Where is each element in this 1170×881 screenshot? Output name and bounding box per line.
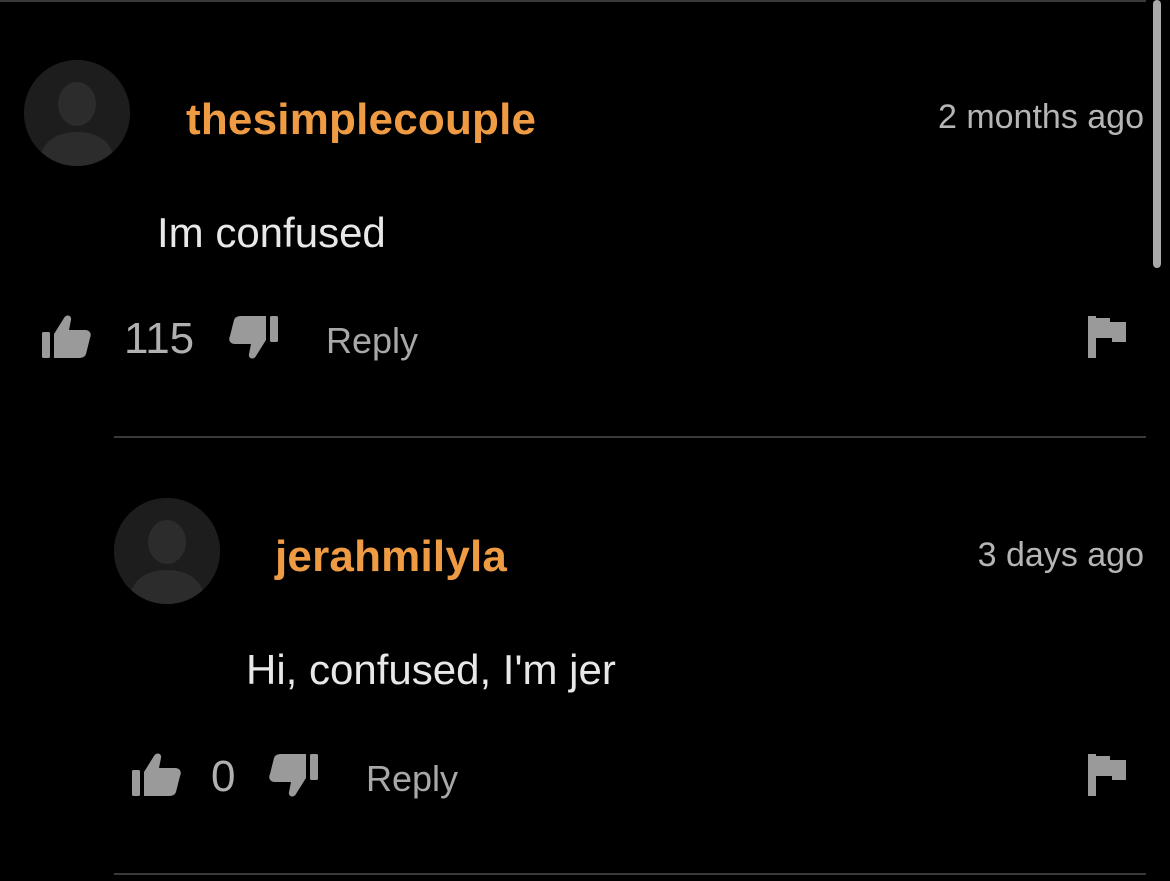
- top-divider: [0, 0, 1146, 2]
- comment-timestamp: 2 months ago: [937, 98, 1144, 136]
- comment-username[interactable]: thesimplecouple: [186, 98, 536, 142]
- like-count: 0: [211, 752, 236, 801]
- flag-icon[interactable]: [1088, 752, 1128, 796]
- comment-timestamp: 3 days ago: [977, 536, 1144, 574]
- reply-button[interactable]: Reply: [366, 761, 458, 797]
- reply-button[interactable]: Reply: [326, 323, 418, 359]
- thumbs-up-icon[interactable]: [40, 314, 92, 360]
- comment-divider: [114, 436, 1146, 438]
- flag-icon[interactable]: [1088, 314, 1128, 358]
- thumbs-up-icon[interactable]: [130, 752, 182, 798]
- comment-body: Hi, confused, I'm jer: [246, 646, 616, 693]
- thumbs-down-icon[interactable]: [268, 752, 320, 798]
- avatar[interactable]: [24, 60, 130, 166]
- default-user-avatar-icon: [24, 60, 130, 166]
- avatar[interactable]: [114, 498, 220, 604]
- default-user-avatar-icon: [114, 498, 220, 604]
- comment-body: Im confused: [157, 209, 386, 256]
- comment-username[interactable]: jerahmilyla: [275, 535, 507, 579]
- thumbs-down-icon[interactable]: [228, 314, 280, 360]
- like-count: 115: [124, 314, 195, 363]
- comment-divider: [114, 873, 1146, 875]
- scrollbar-thumb[interactable]: [1153, 0, 1161, 268]
